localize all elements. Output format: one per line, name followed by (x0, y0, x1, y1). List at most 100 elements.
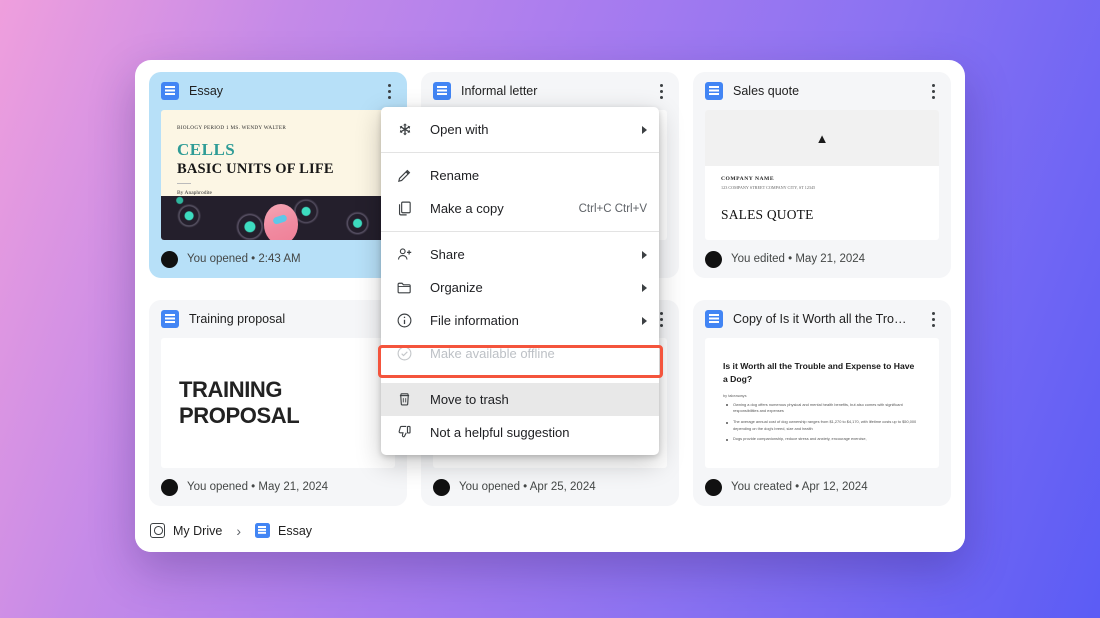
info-circle-icon (395, 311, 414, 330)
breadcrumb-current-label: Essay (277, 523, 313, 538)
card-header: Sales quote (693, 72, 951, 110)
menu-separator (381, 376, 659, 377)
card-header: Informal letter (421, 72, 679, 110)
file-card-sales-quote[interactable]: Sales quote ▲ COMPANY NAME 123 COMPANY S… (693, 72, 951, 278)
menu-item-label: Share (430, 247, 465, 262)
menu-item-label: Organize (430, 280, 483, 295)
card-more-options-button[interactable] (921, 305, 945, 333)
google-docs-icon (433, 82, 451, 100)
thumbnail-byline: By Anaphrodite (177, 189, 212, 196)
card-header: Training proposal (149, 300, 407, 338)
card-footer: You edited • May 21, 2024 (693, 240, 951, 278)
thumbnail-bullet: The average annual cost of dog ownership… (723, 419, 921, 432)
card-activity-text: You opened • May 21, 2024 (187, 481, 329, 493)
chevron-right-icon (642, 250, 647, 259)
menu-item-label: Open with (430, 122, 489, 137)
thumbnail-company: COMPANY NAME (721, 176, 775, 182)
warning-triangle-icon: ▲ (815, 130, 829, 146)
breadcrumb-item-my-drive[interactable]: My Drive (150, 523, 222, 538)
card-thumbnail: BIOLOGY PERIOD 1 MS. WENDY WALTER CELLS … (161, 110, 395, 240)
google-docs-icon (161, 310, 179, 328)
card-title: Sales quote (733, 84, 800, 98)
card-title: Essay (189, 84, 224, 98)
thumbnail-title: SALES QUOTE (721, 207, 814, 223)
pencil-icon (395, 166, 414, 185)
card-title: Training proposal (189, 312, 286, 326)
thumbnail-title: TRAINING PROPOSAL (179, 377, 300, 428)
breadcrumb: My Drive › Essay (135, 508, 965, 552)
card-footer: You created • Apr 12, 2024 (693, 468, 951, 506)
chevron-right-icon (642, 125, 647, 134)
menu-item-label: Make available offline (430, 346, 555, 361)
thumbnail-heading: Is it Worth all the Trouble and Expense … (723, 361, 915, 385)
thumbnail-cell-image (161, 196, 395, 240)
menu-item-file-information[interactable]: File information (381, 304, 659, 337)
menu-item-label: Rename (430, 168, 480, 183)
file-card-training-proposal[interactable]: Training proposal TRAINING PROPOSAL You … (149, 300, 407, 506)
google-docs-icon (705, 82, 723, 100)
card-thumbnail: Is it Worth all the Trouble and Expense … (705, 338, 939, 468)
thumbnail-kicker: BIOLOGY PERIOD 1 MS. WENDY WALTER (177, 125, 287, 131)
avatar (705, 478, 722, 496)
thumbnail-company-address: 123 COMPANY STREET COMPANY CITY, ST 1234… (721, 185, 816, 190)
menu-item-label: File information (430, 313, 519, 328)
card-activity-text: You opened • 2:43 AM (187, 253, 301, 265)
avatar (433, 478, 450, 496)
thumb-down-icon (395, 423, 414, 442)
card-footer: You opened • Apr 25, 2024 (421, 468, 679, 506)
card-title: Copy of Is it Worth all the Trouble... (733, 312, 911, 326)
breadcrumb-separator-icon: › (236, 522, 241, 539)
thumbnail-subheading: BASIC UNITS OF LIFE (177, 160, 334, 177)
thumbnail-bullet: Dogs provide companionship, reduce stres… (723, 436, 921, 443)
menu-item-move-to-trash[interactable]: Move to trash (381, 383, 659, 416)
avatar (705, 250, 722, 268)
open-with-icon (395, 120, 414, 139)
thumbnail-egg-shape (263, 204, 298, 240)
card-thumbnail: TRAINING PROPOSAL (161, 338, 395, 468)
copy-icon (395, 199, 414, 218)
drive-home-icon (150, 523, 165, 538)
thumbnail-rule (177, 182, 191, 184)
trash-icon (395, 390, 414, 409)
card-title: Informal letter (461, 84, 538, 98)
menu-item-open-with[interactable]: Open with (381, 113, 659, 146)
file-card-copy-of-dog-doc[interactable]: Copy of Is it Worth all the Trouble... I… (693, 300, 951, 506)
google-docs-icon (705, 310, 723, 328)
menu-item-organize[interactable]: Organize (381, 271, 659, 304)
card-header: Copy of Is it Worth all the Trouble... (693, 300, 951, 338)
menu-separator (381, 231, 659, 232)
file-card-essay[interactable]: Essay BIOLOGY PERIOD 1 MS. WENDY WALTER … (149, 72, 407, 278)
menu-item-make-available-offline: Make available offline (381, 337, 659, 370)
card-footer: You opened • May 21, 2024 (149, 468, 407, 506)
thumbnail-body: COMPANY NAME 123 COMPANY STREET COMPANY … (705, 166, 939, 234)
menu-item-shortcut: Ctrl+C Ctrl+V (578, 202, 647, 215)
card-more-options-button[interactable] (649, 77, 673, 105)
menu-item-rename[interactable]: Rename (381, 159, 659, 192)
menu-item-label: Make a copy (430, 201, 504, 216)
card-more-options-button[interactable] (377, 77, 401, 105)
card-more-options-button[interactable] (921, 77, 945, 105)
broken-image-placeholder: ▲ (705, 110, 939, 166)
person-add-icon (395, 245, 414, 264)
thumbnail-bullet: Owning a dog offers numerous physical an… (723, 402, 921, 415)
thumbnail-heading: CELLS (177, 139, 236, 159)
folder-icon (395, 278, 414, 297)
card-activity-text: You edited • May 21, 2024 (731, 253, 866, 265)
google-docs-icon (254, 523, 270, 538)
card-header: Essay (149, 72, 407, 110)
offline-check-icon (395, 344, 414, 363)
menu-item-share[interactable]: Share (381, 238, 659, 271)
breadcrumb-item-essay[interactable]: Essay (254, 523, 313, 538)
card-activity-text: You opened • Apr 25, 2024 (459, 481, 596, 493)
avatar (161, 250, 178, 268)
chevron-right-icon (642, 283, 647, 292)
menu-separator (381, 152, 659, 153)
thumbnail-byline: by takeaways (723, 392, 747, 398)
avatar (161, 478, 178, 496)
menu-item-not-a-helpful-suggestion[interactable]: Not a helpful suggestion (381, 416, 659, 449)
menu-item-label: Move to trash (430, 392, 509, 407)
card-footer: You opened • 2:43 AM (149, 240, 407, 278)
chevron-right-icon (642, 316, 647, 325)
menu-item-make-a-copy[interactable]: Make a copy Ctrl+C Ctrl+V (381, 192, 659, 225)
context-menu: Open with Rename Make a copy Ctrl+C Ctrl… (381, 107, 659, 455)
